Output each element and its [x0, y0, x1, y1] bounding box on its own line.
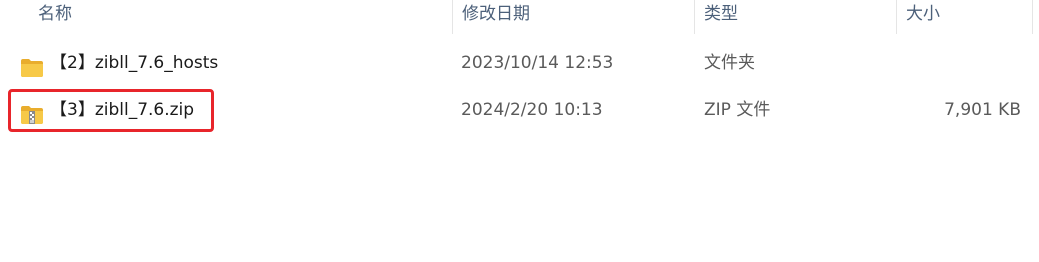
column-header-size[interactable]: 大小 — [896, 0, 1031, 34]
file-modified-date: 2024/2/20 10:13 — [461, 100, 603, 120]
file-name-label: 【2】zibll_7.6_hosts — [50, 53, 219, 73]
highlight-box — [8, 89, 214, 132]
file-row-hosts-folder[interactable]: 【2】zibll_7.6_hosts 2023/10/14 12:53 文件夹 — [0, 43, 1039, 83]
column-header-modified[interactable]: 修改日期 — [452, 0, 692, 34]
file-type: 文件夹 — [704, 53, 755, 73]
column-divider[interactable] — [1032, 0, 1033, 34]
column-header-name[interactable]: 名称 — [28, 0, 448, 34]
column-header-bar: 名称 修改日期 类型 大小 — [0, 0, 1039, 34]
file-modified-date: 2023/10/14 12:53 — [461, 53, 614, 73]
file-explorer-list: 名称 修改日期 类型 大小 【2】zibll_7.6_hosts 2023/10… — [0, 0, 1039, 262]
column-header-type[interactable]: 类型 — [694, 0, 894, 34]
file-size: 7,901 KB — [944, 100, 1021, 120]
file-type: ZIP 文件 — [704, 100, 771, 120]
folder-icon — [20, 53, 44, 77]
